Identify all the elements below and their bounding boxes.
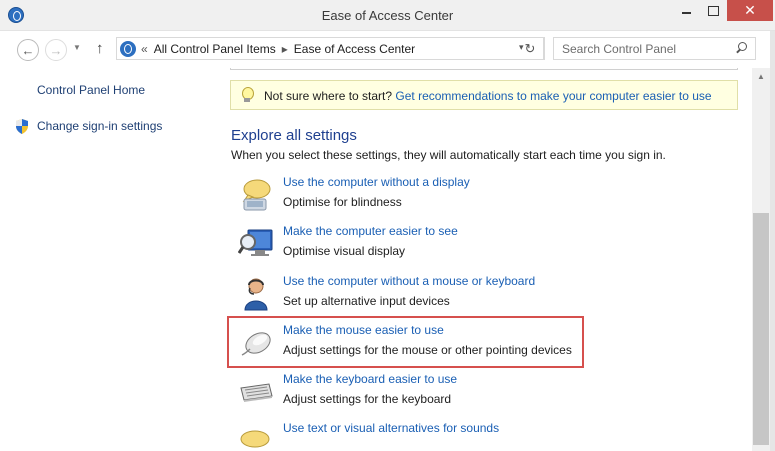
easier-to-see-desc: Optimise visual display (283, 244, 406, 258)
minimize-button[interactable] (672, 0, 700, 21)
main-content: Not sure where to start? Get recommendat… (218, 68, 752, 451)
navigation-bar: ← → ▼ ↑ « All Control Panel Items ▸ Ease… (0, 31, 775, 68)
option-sound-alternatives: Use text or visual alternatives for soun… (238, 421, 698, 451)
sidebar-item-control-panel-home[interactable]: Control Panel Home (37, 83, 145, 97)
sound-alternatives-link[interactable]: Use text or visual alternatives for soun… (283, 421, 499, 435)
sidebar-item-change-sign-in-settings[interactable]: Change sign-in settings (37, 119, 162, 133)
scroll-thumb[interactable] (753, 213, 769, 445)
breadcrumb-separator[interactable]: ▸ (282, 42, 288, 56)
refresh-button[interactable]: ↻ (517, 37, 544, 60)
without-mouse-keyboard-desc: Set up alternative input devices (283, 294, 450, 308)
window-border (770, 31, 775, 451)
option-without-display: Use the computer without a display Optim… (238, 175, 698, 219)
close-button[interactable]: ✕ (727, 0, 773, 21)
keyboard-easier-link[interactable]: Make the keyboard easier to use (283, 372, 457, 386)
search-box[interactable] (553, 37, 756, 60)
keyboard-easier-desc: Adjust settings for the keyboard (283, 392, 452, 406)
search-icon[interactable] (735, 42, 747, 54)
search-input[interactable] (562, 41, 732, 56)
magnifier-monitor-icon (237, 226, 274, 262)
section-title: Explore all settings (231, 127, 357, 144)
address-bar[interactable]: « All Control Panel Items ▸ Ease of Acce… (116, 37, 545, 60)
back-arrow-icon: ← (21, 42, 35, 58)
vertical-scrollbar[interactable]: ▲ (752, 68, 770, 451)
sidebar: Control Panel Home Change sign-in settin… (0, 68, 218, 451)
section-subtitle: When you select these settings, they wil… (231, 148, 666, 162)
up-button[interactable]: ↑ (96, 40, 104, 57)
recommendations-link[interactable]: Get recommendations to make your compute… (395, 89, 711, 103)
without-display-desc: Optimise for blindness (283, 195, 402, 209)
without-display-link[interactable]: Use the computer without a display (283, 175, 470, 189)
quick-access-panel (230, 68, 738, 70)
option-easier-to-see: Make the computer easier to see Optimise… (237, 224, 698, 268)
forward-arrow-icon: → (49, 42, 63, 58)
back-button[interactable]: ← (17, 39, 39, 61)
refresh-icon: ↻ (524, 40, 536, 56)
scroll-up-button[interactable]: ▲ (752, 68, 770, 85)
forward-button[interactable]: → (45, 39, 67, 61)
tip-banner: Not sure where to start? Get recommendat… (230, 80, 738, 110)
control-panel-icon (120, 41, 136, 57)
breadcrumb-item-ease-of-access-center[interactable]: Ease of Access Center (294, 42, 415, 56)
option-without-mouse-keyboard: Use the computer without a mouse or keyb… (238, 274, 698, 318)
tip-question: Not sure where to start? (264, 89, 393, 103)
keyboard-icon (238, 374, 274, 410)
breadcrumb-overflow[interactable]: « (141, 42, 148, 56)
speech-bubble-icon (238, 177, 274, 213)
lightbulb-icon (241, 87, 254, 104)
easier-to-see-link[interactable]: Make the computer easier to see (283, 224, 458, 238)
uac-shield-icon (15, 119, 29, 134)
breadcrumb-item-all-control-panel-items[interactable]: All Control Panel Items (154, 42, 276, 56)
option-keyboard-easier: Make the keyboard easier to use Adjust s… (238, 372, 698, 416)
person-headset-icon (238, 276, 274, 312)
recent-locations-button[interactable]: ▼ (73, 43, 81, 52)
window-title: Ease of Access Center (321, 8, 454, 23)
title-bar: Ease of Access Center ✕ (0, 0, 775, 31)
close-icon: ✕ (744, 2, 756, 18)
maximize-button[interactable] (700, 0, 727, 21)
highlight-box (227, 316, 584, 368)
sound-bubble-icon (238, 423, 274, 451)
breadcrumb: « All Control Panel Items ▸ Ease of Acce… (141, 42, 415, 56)
tip-text: Not sure where to start? Get recommendat… (264, 89, 712, 103)
without-mouse-keyboard-link[interactable]: Use the computer without a mouse or keyb… (283, 274, 535, 288)
